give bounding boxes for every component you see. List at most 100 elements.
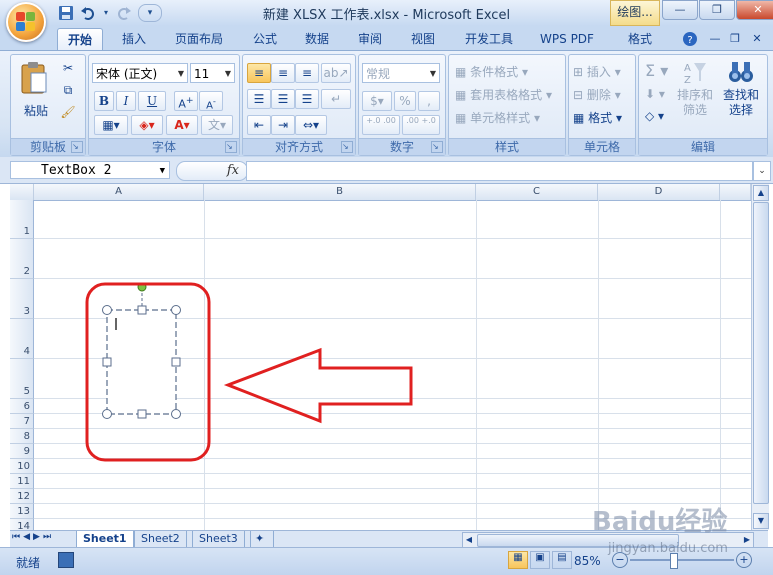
macro-record-icon[interactable]	[58, 552, 74, 568]
ribbon-restore-icon[interactable]: ❐	[726, 28, 744, 50]
currency-icon[interactable]: $▾	[362, 91, 392, 111]
scroll-right-icon[interactable]: ▶	[741, 533, 753, 547]
cut-icon[interactable]: ✂	[59, 61, 77, 79]
fill-color-icon[interactable]: ◈▾	[131, 115, 163, 135]
chevron-down-icon[interactable]: ▼	[160, 162, 165, 180]
font-size-select[interactable]: 11 ▼	[190, 63, 235, 83]
dialog-launcher-icon[interactable]: ↘	[71, 141, 83, 153]
increase-decimal-button[interactable]: +.0 .00	[362, 115, 400, 135]
tab-developer[interactable]: 开发工具	[455, 28, 523, 50]
select-all-corner[interactable]	[10, 184, 34, 200]
zoom-slider-track[interactable]	[630, 559, 734, 561]
scroll-left-icon[interactable]: ◀	[463, 533, 475, 547]
tab-review[interactable]: 审阅	[348, 28, 392, 50]
row-header-5[interactable]: 5	[10, 359, 34, 399]
column-header-c[interactable]: C	[476, 184, 598, 200]
bold-button[interactable]: B	[94, 91, 114, 111]
row-header-12[interactable]: 12	[10, 489, 34, 504]
column-header-b[interactable]: B	[204, 184, 476, 200]
autosum-button[interactable]: Σ ▾	[645, 61, 668, 80]
row-header-6[interactable]: 6	[10, 399, 34, 414]
copy-icon[interactable]: ⧉	[59, 83, 77, 101]
orientation-icon[interactable]: ab↗	[321, 63, 351, 83]
help-icon[interactable]: ?	[680, 28, 700, 50]
phonetic-icon[interactable]: 文▾	[201, 115, 233, 135]
tab-insert[interactable]: 插入	[112, 28, 156, 50]
ribbon-minimize-icon[interactable]: —	[706, 28, 724, 50]
row-header-10[interactable]: 10	[10, 459, 34, 474]
horizontal-scrollbar[interactable]: ◀ ▶	[462, 532, 754, 548]
align-bottom-icon[interactable]: ≡	[295, 63, 319, 83]
sheet-tab-1[interactable]: Sheet1	[76, 531, 134, 548]
row-header-14[interactable]: 14	[10, 519, 34, 530]
decrease-indent-icon[interactable]: ⇤	[247, 115, 271, 135]
zoom-level[interactable]: 85%	[574, 554, 601, 568]
decrease-decimal-button[interactable]: .00 +.0	[402, 115, 440, 135]
row-header-2[interactable]: 2	[10, 239, 34, 279]
align-right-icon[interactable]: ☰	[295, 89, 319, 109]
expand-formula-bar-icon[interactable]: ⌄	[753, 161, 771, 181]
restore-button[interactable]: ❐	[699, 0, 735, 20]
shrink-font-icon[interactable]: A-	[199, 91, 223, 111]
column-header-e[interactable]	[720, 184, 751, 200]
dialog-launcher-icon[interactable]: ↘	[225, 141, 237, 153]
ribbon-close-icon[interactable]: ✕	[748, 28, 766, 50]
underline-button[interactable]: U	[138, 91, 166, 111]
row-header-13[interactable]: 13	[10, 504, 34, 519]
tab-page-layout[interactable]: 页面布局	[165, 28, 233, 50]
grow-font-icon[interactable]: A+	[174, 91, 198, 111]
tab-format[interactable]: 格式	[615, 28, 665, 50]
insert-cells-button[interactable]: ⊞ 插入 ▾	[573, 63, 621, 80]
row-header-8[interactable]: 8	[10, 429, 34, 444]
align-middle-icon[interactable]: ≡	[271, 63, 295, 83]
name-box[interactable]: TextBox 2 ▼	[10, 161, 170, 179]
sort-filter-button[interactable]: AZ 排序和筛选	[675, 59, 715, 118]
dialog-launcher-icon[interactable]: ↘	[431, 141, 443, 153]
row-header-7[interactable]: 7	[10, 414, 34, 429]
hscroll-thumb[interactable]	[477, 534, 679, 547]
page-layout-view-icon[interactable]: ▣	[530, 551, 550, 569]
merge-center-icon[interactable]: ⇔▾	[295, 115, 327, 135]
drawing-tools-contextual-tab[interactable]: 绘图...	[610, 0, 660, 26]
format-as-table-button[interactable]: ▦ 套用表格格式 ▾	[455, 86, 552, 103]
scroll-up-icon[interactable]: ▲	[753, 185, 769, 201]
page-break-view-icon[interactable]: ▤	[552, 551, 572, 569]
tab-view[interactable]: 视图	[401, 28, 445, 50]
office-button[interactable]	[6, 2, 46, 42]
align-top-icon[interactable]: ≡	[247, 63, 271, 83]
format-cells-button[interactable]: ▦ 格式 ▾	[573, 109, 622, 126]
paste-button[interactable]: 粘贴	[19, 61, 53, 123]
tab-formulas[interactable]: 公式	[243, 28, 287, 50]
align-center-icon[interactable]: ☰	[271, 89, 295, 109]
wrap-text-icon[interactable]: ↵	[321, 89, 351, 109]
number-format-select[interactable]: 常规 ▼	[362, 63, 440, 83]
align-left-icon[interactable]: ☰	[247, 89, 271, 109]
vertical-scrollbar[interactable]: ▲ ▼	[751, 184, 769, 530]
minimize-button[interactable]: —	[662, 0, 698, 20]
row-header-4[interactable]: 4	[10, 319, 34, 359]
tab-home[interactable]: 开始	[57, 28, 103, 51]
italic-button[interactable]: I	[116, 91, 136, 111]
zoom-in-icon[interactable]: +	[736, 552, 752, 568]
column-header-a[interactable]: A	[34, 184, 204, 200]
borders-icon[interactable]: ▦▾	[94, 115, 128, 135]
tab-data[interactable]: 数据	[295, 28, 339, 50]
comma-button[interactable]: ,	[418, 91, 440, 111]
row-header-3[interactable]: 3	[10, 279, 34, 319]
sheet-tab-3[interactable]: Sheet3	[192, 531, 245, 548]
row-header-1[interactable]: 1	[10, 200, 34, 239]
scroll-down-icon[interactable]: ▼	[753, 513, 769, 529]
increase-indent-icon[interactable]: ⇥	[271, 115, 295, 135]
percent-button[interactable]: %	[394, 91, 416, 111]
close-button[interactable]: ✕	[736, 0, 773, 20]
zoom-out-icon[interactable]: −	[612, 552, 628, 568]
delete-cells-button[interactable]: ⊟ 删除 ▾	[573, 86, 621, 103]
scroll-thumb[interactable]	[753, 202, 769, 504]
insert-function-button[interactable]: fx	[176, 161, 248, 181]
tab-wps-pdf[interactable]: WPS PDF	[532, 28, 602, 50]
cell-styles-button[interactable]: ▦ 单元格样式 ▾	[455, 109, 540, 126]
column-header-d[interactable]: D	[598, 184, 720, 200]
font-name-select[interactable]: 宋体 (正文) ▼	[92, 63, 188, 83]
formula-input[interactable]	[246, 161, 753, 181]
fill-icon[interactable]: ⬇ ▾	[645, 87, 665, 101]
